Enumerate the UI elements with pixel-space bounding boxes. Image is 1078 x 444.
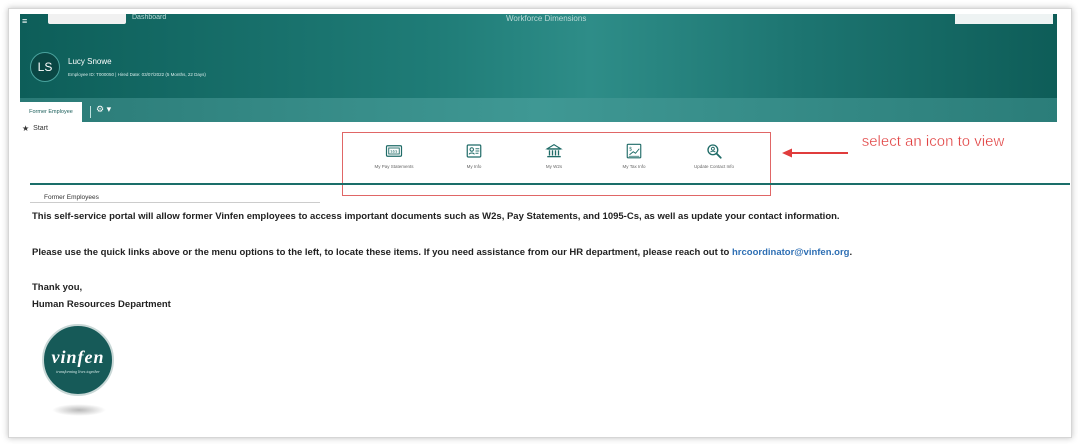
logo-tagline: transforming lives together [56,368,100,374]
quick-link-pay-statements[interactable]: $$$ My Pay Statements [354,142,434,178]
quick-link-label: My W2s [545,164,563,169]
start-label: Start [33,125,48,132]
quick-link-my-info[interactable]: My Info [434,142,514,178]
quick-link-label: Update Contact Info [693,164,735,169]
quick-link-my-w2s[interactable]: My W2s [514,142,594,178]
section-title: Former Employees [44,194,99,201]
id-card-icon [466,144,482,158]
help-text: Please use the quick links above or the … [32,247,732,258]
top-bar: ≡ Dashboard Workforce Dimensions [20,14,1057,32]
tab-separator [90,106,91,118]
intro-paragraph: This self-service portal will allow form… [32,211,840,222]
annotation-arrow [782,148,848,158]
quick-link-label: My Pay Statements [374,164,414,169]
tax-document-icon: $ [626,143,642,159]
top-nav-text[interactable]: Dashboard [132,14,166,21]
header-banner: ≡ Dashboard Workforce Dimensions LS Lucy… [20,14,1057,122]
quick-link-update-contact-info[interactable]: Update Contact Info [674,142,754,178]
annotation-text: select an icon to view [861,133,1005,150]
closing-text: Thank you, [32,282,83,293]
employee-meta: Employee ID: T000050 | Hired Date: 03/07… [68,72,206,77]
logo-word: vinfen [51,346,105,367]
vinfen-logo: vinfen transforming lives together [42,324,114,396]
gear-icon[interactable]: ⚙ ▾ [96,104,111,115]
bank-icon [545,143,563,158]
start-link[interactable]: ★ Start [22,124,48,133]
svg-text:$$$: $$$ [390,150,398,154]
signature-text: Human Resources Department [32,299,171,310]
pay-statement-icon: $$$ [385,145,403,157]
logo-shadow [52,404,106,416]
help-text-end: . [849,247,853,258]
help-paragraph: Please use the quick links above or the … [32,247,852,258]
section-rule [30,202,320,203]
app-title: Workforce Dimensions [506,14,587,23]
avatar: LS [30,52,60,82]
quick-link-my-tax-info[interactable]: $ My Tax Info [594,142,674,178]
content-divider [30,183,1070,185]
employee-name: Lucy Snowe [68,57,112,66]
svg-text:$: $ [629,146,632,152]
tab-former-employee[interactable]: Former Employee [20,102,82,122]
quick-link-label: My Info [466,164,482,169]
menu-icon[interactable]: ≡ [22,17,30,26]
search-input[interactable] [48,14,126,24]
tab-bar: Former Employee ⚙ ▾ [20,98,1057,122]
star-icon: ★ [22,124,30,133]
magnifier-icon [707,144,722,159]
top-right-field[interactable] [955,14,1053,24]
hr-email-link[interactable]: hrcoordinator@vinfen.org [732,247,849,258]
quick-links: $$$ My Pay Statements My Info My W2s $ M… [344,142,764,178]
quick-link-label: My Tax Info [622,164,646,169]
